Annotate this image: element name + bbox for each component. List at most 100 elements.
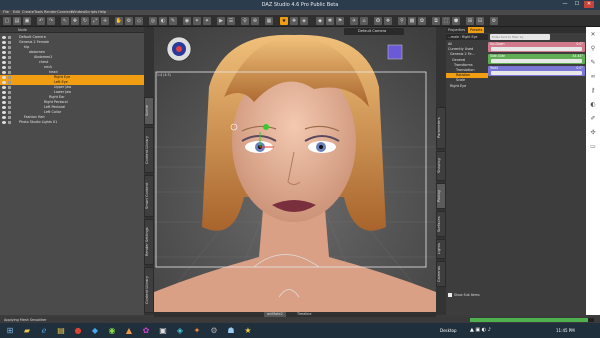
visibility-eye-icon[interactable] <box>2 101 6 104</box>
move-icon[interactable]: ✥ <box>71 17 79 25</box>
frame-icon[interactable]: ▭ <box>589 143 597 151</box>
explorer-icon[interactable]: ▰ <box>20 324 34 337</box>
scene-node[interactable]: Photo Studio Lights 01 <box>0 120 144 125</box>
lock-icon[interactable] <box>8 71 11 74</box>
tab-content-library-2[interactable]: Content Library <box>144 267 154 313</box>
tab-cameras[interactable]: Cameras <box>436 261 446 287</box>
minimize-button[interactable]: — <box>560 1 570 8</box>
visibility-eye-icon[interactable] <box>2 46 6 49</box>
visibility-eye-icon[interactable] <box>2 56 6 59</box>
tool-b-icon[interactable]: ◈ <box>300 17 308 25</box>
menu-create[interactable]: Create <box>22 10 34 14</box>
menu-tools[interactable]: Tools <box>34 10 43 14</box>
tool-o-icon[interactable]: ⬢ <box>452 17 460 25</box>
folder-icon[interactable]: ▤ <box>54 324 68 337</box>
menu-window[interactable]: Window <box>71 10 85 14</box>
lock-icon[interactable] <box>8 46 11 49</box>
app-icon-10[interactable]: ★ <box>241 324 255 337</box>
tool-e-icon[interactable]: ⚑ <box>336 17 344 25</box>
property-group[interactable]: Right Eye <box>446 84 488 89</box>
tool-l-icon[interactable]: ✿ <box>418 17 426 25</box>
surface-icon[interactable]: ◐ <box>159 17 167 25</box>
lock-icon[interactable] <box>8 116 11 119</box>
tool-p-icon[interactable]: ⊞ <box>466 17 474 25</box>
desktop-toolbar[interactable]: Desktop <box>440 328 457 333</box>
slider-track[interactable] <box>491 71 582 75</box>
key-icon[interactable]: ⚷ <box>589 87 597 95</box>
visibility-eye-icon[interactable] <box>2 86 6 89</box>
figure-icon[interactable]: ♀ <box>241 17 249 25</box>
app-icon-3[interactable]: ▲ <box>122 324 136 337</box>
camera-select[interactable]: Default Camera <box>344 28 404 35</box>
node-select[interactable]: ...male : Right Eye <box>446 34 488 40</box>
tab-properties[interactable]: Properties <box>446 27 467 33</box>
light-icon[interactable]: ✶ <box>193 17 201 25</box>
viewport-scene[interactable] <box>154 27 436 312</box>
tab-surfaces[interactable]: Surfaces <box>436 211 446 237</box>
menu-help[interactable]: Help <box>98 10 106 14</box>
brush-icon[interactable]: ✎ <box>589 59 597 67</box>
lock-icon[interactable] <box>8 36 11 39</box>
tool-m-icon[interactable]: ⧉ <box>432 17 440 25</box>
save-icon[interactable]: ▣ <box>23 17 31 25</box>
lock-icon[interactable] <box>8 121 11 124</box>
lock-icon[interactable] <box>8 76 11 79</box>
viewport-layout-icon[interactable]: ▦ <box>265 17 273 25</box>
visibility-eye-icon[interactable] <box>2 51 6 54</box>
visibility-eye-icon[interactable] <box>2 91 6 94</box>
visibility-eye-icon[interactable] <box>2 36 6 39</box>
slider-value[interactable]: 0.0° <box>576 42 583 46</box>
joint-editor-icon[interactable]: ⚙ <box>125 17 133 25</box>
show-sub-items-checkbox[interactable] <box>448 293 452 297</box>
new-scene-icon[interactable]: ▢ <box>3 17 11 25</box>
search-field[interactable]: Enter text to filter by <box>490 34 550 40</box>
visibility-eye-icon[interactable] <box>2 61 6 64</box>
property-slider[interactable]: Twist 0.0° <box>488 66 585 76</box>
app-icon-1[interactable]: ◆ <box>88 324 102 337</box>
visibility-eye-icon[interactable] <box>2 111 6 114</box>
visibility-eye-icon[interactable] <box>2 96 6 99</box>
lock-icon[interactable] <box>8 91 11 94</box>
close-button[interactable]: ✕ <box>584 1 594 8</box>
app-icon-5[interactable]: ▣ <box>156 324 170 337</box>
rotate-icon[interactable]: ↻ <box>81 17 89 25</box>
scale-icon[interactable]: ⤢ <box>91 17 99 25</box>
palette-icon[interactable]: ◐ <box>589 101 597 109</box>
lock-icon[interactable] <box>8 106 11 109</box>
lock-icon[interactable] <box>8 81 11 84</box>
tab-parameters[interactable]: Parameters <box>436 107 446 149</box>
slider-value[interactable]: 0.0° <box>576 66 583 70</box>
tab-presets[interactable]: Presets <box>468 27 485 33</box>
app-icon-7[interactable]: ✦ <box>190 324 204 337</box>
puzzle-icon[interactable]: ✣ <box>589 129 597 137</box>
pin-icon[interactable]: ⚲ <box>589 45 597 53</box>
tray-icons[interactable]: ▲ ▣ ◐ ♪ <box>470 327 491 333</box>
lock-icon[interactable] <box>8 111 11 114</box>
tab-lights[interactable]: Lights <box>436 239 446 259</box>
link-icon[interactable]: ∞ <box>589 73 597 81</box>
tool-c-icon[interactable]: ◆ <box>316 17 324 25</box>
geometry-editor-icon[interactable]: ◇ <box>135 17 143 25</box>
lock-icon[interactable] <box>8 86 11 89</box>
tab-render-settings[interactable]: Render Settings <box>144 219 154 265</box>
pose-tool-icon[interactable]: ✋ <box>115 17 123 25</box>
app-icon-6[interactable]: ◈ <box>173 324 187 337</box>
lock-icon[interactable] <box>8 96 11 99</box>
tab-shaping[interactable]: Shaping <box>436 151 446 181</box>
lock-icon[interactable] <box>8 101 11 104</box>
app-icon-4[interactable]: ✿ <box>139 324 153 337</box>
tool-k-icon[interactable]: ▩ <box>408 17 416 25</box>
active-tool-icon[interactable]: ★ <box>280 17 288 25</box>
visibility-eye-icon[interactable] <box>2 66 6 69</box>
lock-icon[interactable] <box>8 66 11 69</box>
open-icon[interactable]: ▤ <box>13 17 21 25</box>
clock[interactable]: 11:45 PM <box>556 328 575 333</box>
region-nav-icon[interactable]: ◎ <box>149 17 157 25</box>
app-icon-8[interactable]: ⚙ <box>207 324 221 337</box>
tab-scene[interactable]: Scene <box>144 97 154 125</box>
visibility-eye-icon[interactable] <box>2 71 6 74</box>
lock-icon[interactable] <box>8 51 11 54</box>
show-sub-items[interactable]: Show Sub Items <box>448 292 488 298</box>
maximize-button[interactable]: ☐ <box>572 1 582 8</box>
menu-edit[interactable]: Edit <box>13 10 20 14</box>
